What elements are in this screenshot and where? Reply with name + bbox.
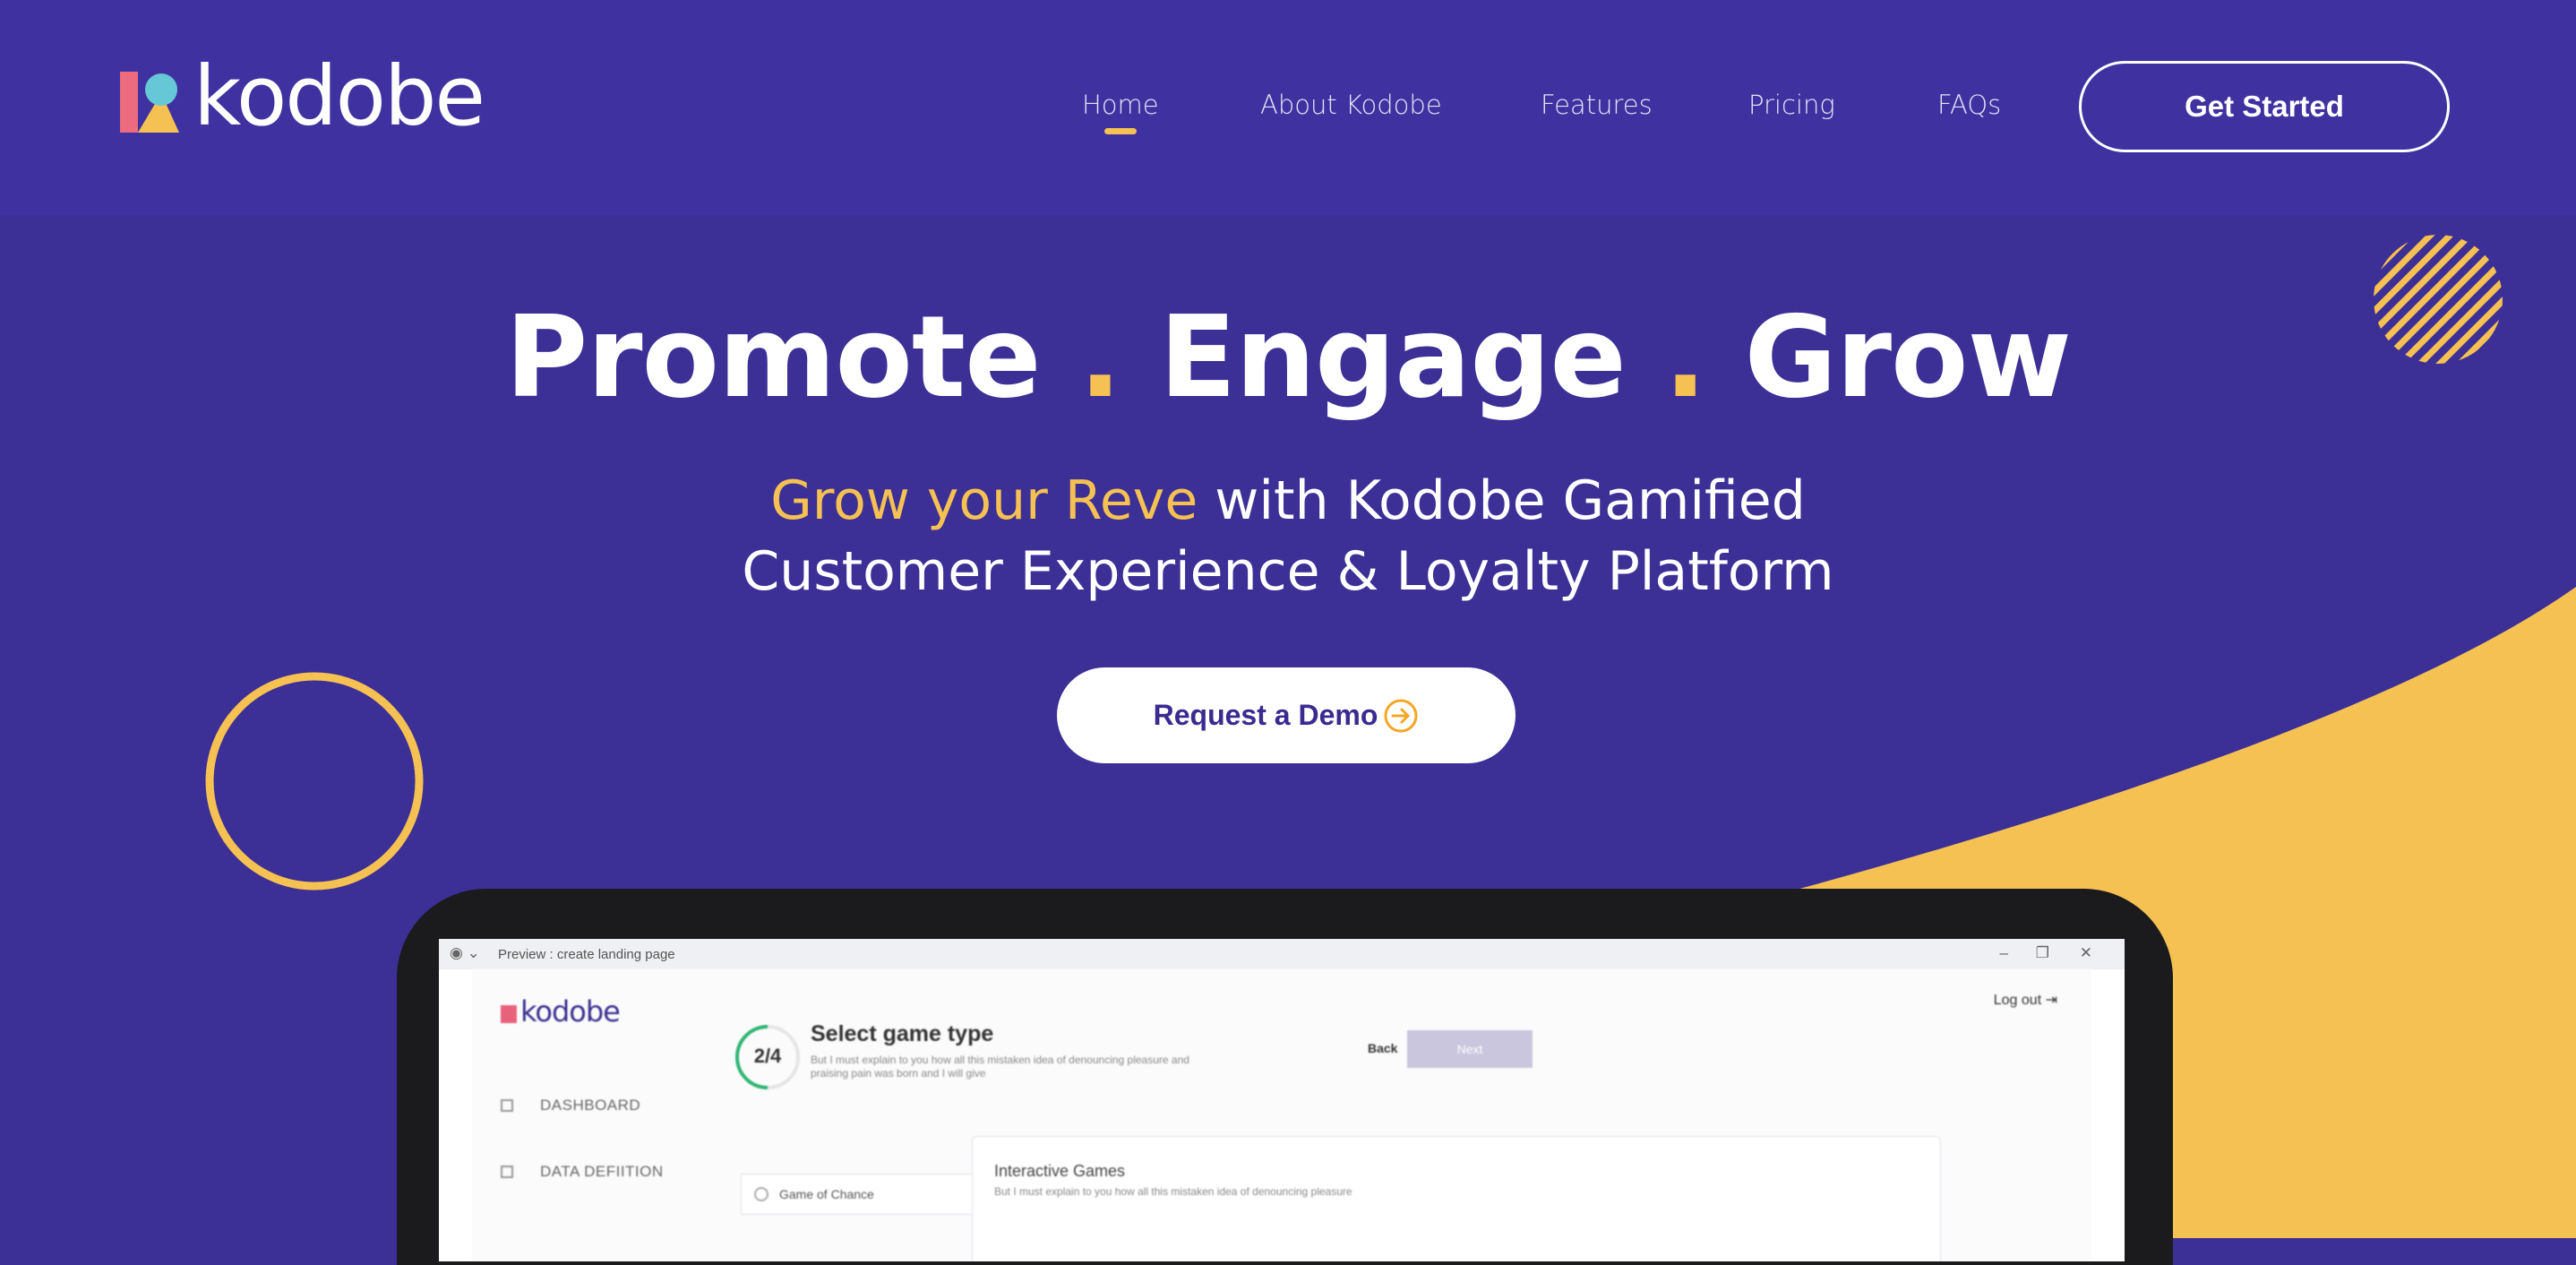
mockup-logo-text: kodobe <box>520 994 621 1028</box>
mockup-back-button: Back <box>1368 1041 1398 1055</box>
logout-icon: ⇥ <box>2045 993 2057 1008</box>
window-app-icon: ◉ ⌄ <box>450 944 480 961</box>
nav-link-pricing[interactable]: Pricing <box>1748 90 1835 120</box>
mockup-sidebar-dashboard: DASHBOARD <box>501 1097 640 1114</box>
mockup-logout-label: Log out <box>1993 993 2042 1008</box>
arrow-right-circle-icon <box>1384 699 1418 732</box>
nav-link-features[interactable]: Features <box>1541 90 1653 120</box>
option-label: Game of Chance <box>779 1187 874 1201</box>
step-title: Select game type <box>811 1021 994 1046</box>
brand-logo[interactable]: kodobe <box>120 56 496 147</box>
mockup-games-card: Interactive Games But I must explain to … <box>972 1136 1941 1261</box>
hero-word-promote: Promote <box>504 291 1042 423</box>
window-title: Preview : create landing page <box>498 947 675 962</box>
hero-word-grow: Grow <box>1744 291 2072 423</box>
request-demo-label: Request a Demo <box>1153 699 1378 731</box>
hero-subtitle-line1: with Kodobe Gamified <box>1198 469 1806 532</box>
hero-subtitle: Grow your Reve with Kodobe Gamified Cust… <box>0 466 2576 607</box>
radio-icon <box>754 1187 769 1201</box>
mockup-logout: Log out ⇥ <box>1994 991 2057 1009</box>
mockup-window-titlebar: ◉ ⌄ Preview : create landing page – ❐ ✕ <box>439 939 2125 969</box>
logo-mark-icon <box>120 72 179 133</box>
hero-separator: . <box>1663 291 1707 423</box>
nav-link-about[interactable]: About Kodobe <box>1260 90 1442 120</box>
hero-subtitle-line2: Customer Experience & Loyalty Platform <box>742 540 1834 603</box>
dashboard-icon <box>501 1099 513 1112</box>
hero-word-engage: Engage <box>1159 291 1627 423</box>
nav-active-indicator <box>1104 128 1137 134</box>
get-started-button[interactable]: Get Started <box>2079 61 2450 152</box>
mockup-app: kodobe Log out ⇥ 2/4 Select game type Bu… <box>472 969 2091 1261</box>
mockup-logo: kodobe <box>501 994 621 1028</box>
close-icon: ✕ <box>2079 944 2092 961</box>
maximize-icon: ❐ <box>2035 944 2049 961</box>
sidebar-label: DATA DEFIITION <box>540 1163 664 1180</box>
ring-decoration <box>205 672 424 891</box>
card-title: Interactive Games <box>994 1162 1126 1180</box>
data-icon <box>501 1166 513 1178</box>
hero-subtitle-accent: Grow your Reve <box>770 469 1198 532</box>
nav-link-faqs[interactable]: FAQs <box>1937 90 2001 120</box>
step-description: But I must explain to you how all this m… <box>811 1054 1189 1080</box>
step-counter: 2/4 <box>753 1045 782 1067</box>
sidebar-label: DASHBOARD <box>540 1097 641 1114</box>
request-demo-button[interactable]: Request a Demo <box>1057 667 1516 763</box>
laptop-mockup: ◉ ⌄ Preview : create landing page – ❐ ✕ … <box>397 889 2173 1265</box>
brand-wordmark: kodobe <box>193 48 485 144</box>
hero-title: Promote . Engage . Grow <box>0 301 2576 414</box>
navbar: kodobe Home About Kodobe Features Pricin… <box>0 0 2576 215</box>
mockup-option-row: Game of Chance <box>741 1174 975 1215</box>
card-description: But I must explain to you how all this m… <box>994 1185 1352 1198</box>
mockup-sidebar-data: DATA DEFIITION <box>501 1163 664 1181</box>
hero-separator: . <box>1078 291 1121 423</box>
mockup-logo-icon <box>501 1005 517 1023</box>
mockup-screen: ◉ ⌄ Preview : create landing page – ❐ ✕ … <box>439 939 2125 1261</box>
nav-link-home[interactable]: Home <box>1082 90 1159 120</box>
minimize-icon: – <box>1999 944 2008 961</box>
mockup-next-button: Next <box>1407 1030 1533 1068</box>
